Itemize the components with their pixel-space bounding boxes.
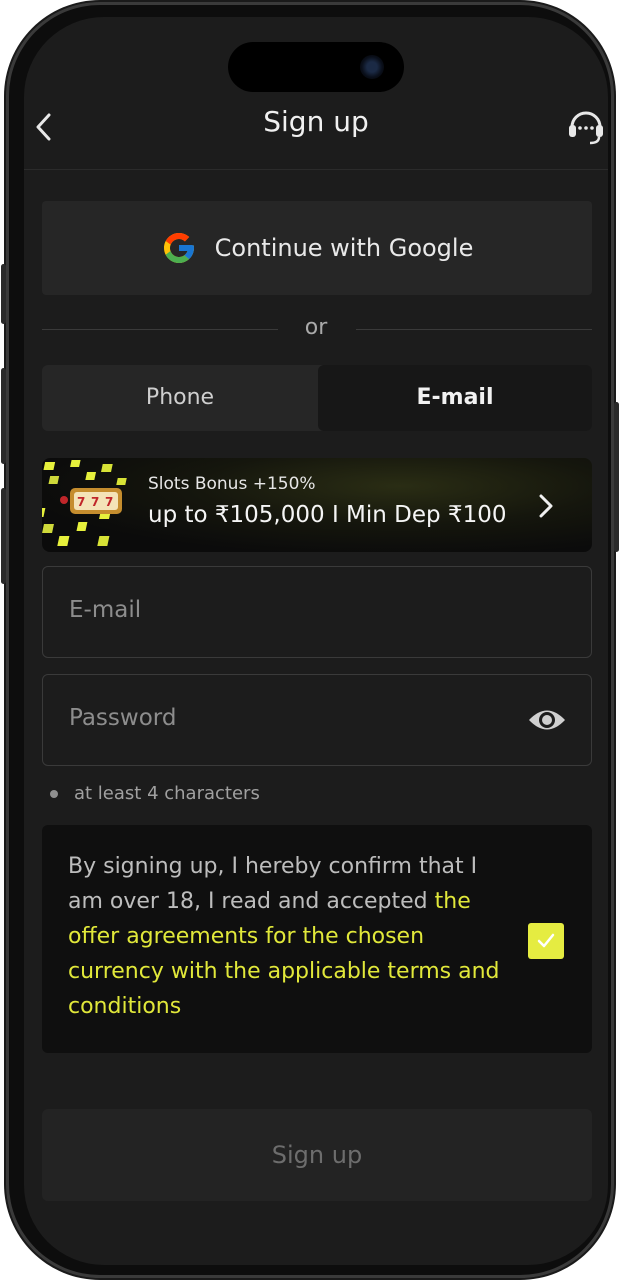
tab-email[interactable]: E-mail xyxy=(318,365,592,431)
svg-text:7: 7 xyxy=(105,495,113,509)
sign-up-button[interactable]: Sign up xyxy=(42,1109,592,1201)
slot-machine-777-icon: 7 7 7 xyxy=(42,460,127,546)
consent-box: By signing up, I hereby confirm that I a… xyxy=(42,825,592,1053)
divider-right xyxy=(356,329,592,330)
divider-or-label: or xyxy=(304,315,328,340)
consent-checkbox[interactable] xyxy=(528,923,564,959)
action-button xyxy=(1,264,6,324)
email-placeholder: E-mail xyxy=(69,597,142,623)
checkmark-icon xyxy=(537,933,555,948)
email-field[interactable]: E-mail xyxy=(42,566,592,658)
promo-subtitle: up to ₹105,000 I Min Dep ₹100 xyxy=(148,502,507,528)
continue-with-google-button[interactable]: Continue with Google xyxy=(42,201,592,295)
promo-title: Slots Bonus +150% xyxy=(148,474,316,494)
consent-text: By signing up, I hereby confirm that I a… xyxy=(68,849,518,1024)
app-header: Sign up xyxy=(24,87,608,170)
google-logo-icon xyxy=(163,233,194,263)
hint-bullet xyxy=(50,790,58,798)
hint-text: at least 4 characters xyxy=(74,783,260,804)
dynamic-island xyxy=(228,42,404,92)
tab-phone[interactable]: Phone xyxy=(42,365,318,431)
eye-icon[interactable] xyxy=(527,703,567,737)
headset-support-icon xyxy=(569,111,603,145)
svg-text:7: 7 xyxy=(77,495,85,509)
signup-method-tabs: Phone E-mail xyxy=(42,365,592,431)
power-button xyxy=(614,402,619,552)
bonus-promo-banner[interactable]: 7 7 7 Slots Bonus +150% up to ₹105,000 I… xyxy=(42,458,592,552)
screen: Sign up Continue with Google or Phone E-… xyxy=(24,17,608,1265)
chevron-right-icon xyxy=(539,494,553,518)
google-button-label: Continue with Google xyxy=(214,234,474,262)
volume-down-button xyxy=(1,488,6,584)
svg-text:7: 7 xyxy=(91,495,99,509)
password-field[interactable]: Password xyxy=(42,674,592,766)
support-button[interactable] xyxy=(564,103,608,147)
phone-frame: Sign up Continue with Google or Phone E-… xyxy=(1,2,619,1278)
volume-up-button xyxy=(1,368,6,464)
consent-plain-text: By signing up, I hereby confirm that I a… xyxy=(68,854,478,914)
password-placeholder: Password xyxy=(69,705,177,731)
camera-icon xyxy=(360,55,384,79)
page-title: Sign up xyxy=(263,105,369,138)
password-hint: at least 4 characters xyxy=(50,783,260,804)
